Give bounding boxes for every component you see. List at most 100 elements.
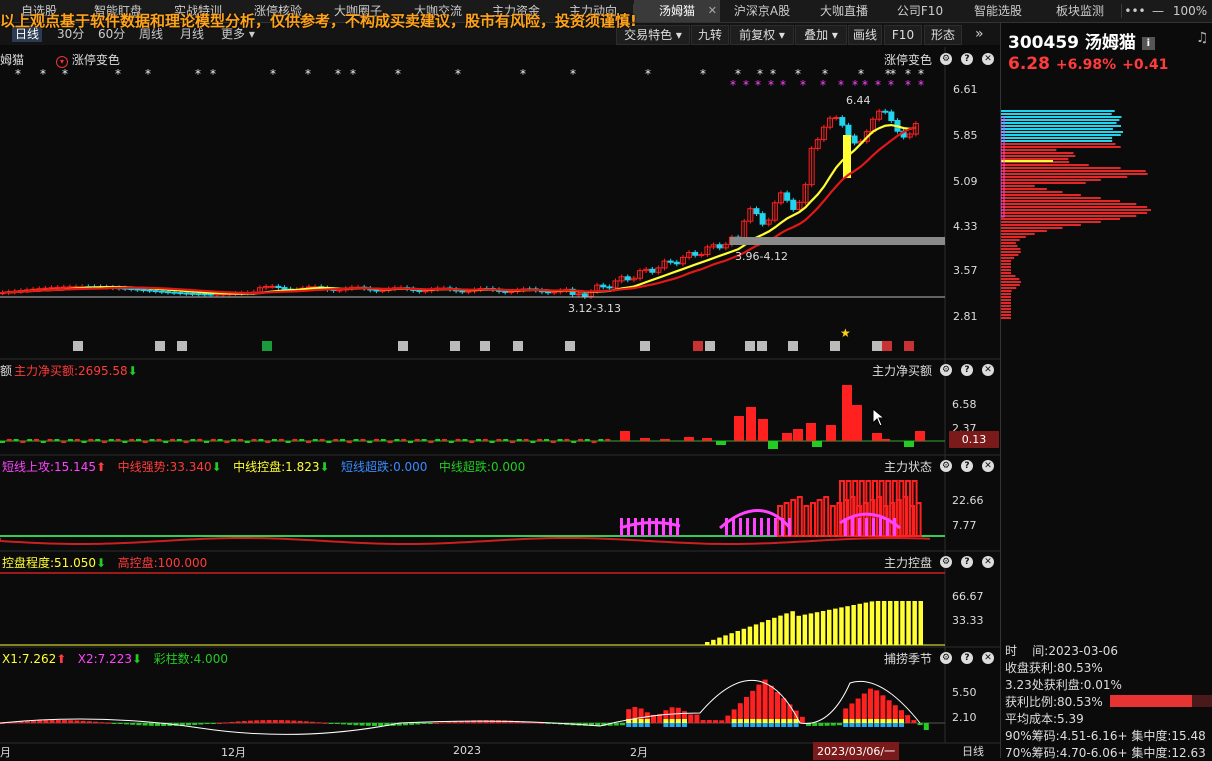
season-bar xyxy=(229,722,234,723)
candle-body xyxy=(607,287,612,288)
help-icon[interactable]: ? xyxy=(961,364,973,376)
price-label: 5.85 xyxy=(953,129,978,142)
tab-sector-monitor[interactable]: 板块监测 xyxy=(1040,0,1120,22)
candle-body xyxy=(674,262,679,264)
net-buy-bar xyxy=(292,439,297,441)
help-icon[interactable]: ? xyxy=(961,460,973,472)
tab-a-shares[interactable]: 沪深京A股 xyxy=(722,0,802,22)
star-marker-icon: * xyxy=(395,67,401,81)
star-marker-icon: * xyxy=(875,78,881,92)
close-icon[interactable]: ✕ xyxy=(982,652,994,664)
candle-body xyxy=(509,292,514,293)
gear-icon[interactable]: ⚙ xyxy=(940,460,952,472)
more-glyph: ••• xyxy=(1124,4,1145,18)
status-bar xyxy=(818,500,822,536)
tab-smart-select[interactable]: 智能选股 xyxy=(958,0,1038,22)
net-buy-bar xyxy=(551,441,556,443)
net-buy-bar xyxy=(537,439,542,441)
candle-body xyxy=(380,290,385,291)
tab-f10[interactable]: 公司F10 xyxy=(884,0,956,22)
season-bar xyxy=(868,689,873,723)
event-badge-icon xyxy=(693,341,703,351)
candle-body xyxy=(840,118,845,126)
tab-label: 沪深京A股 xyxy=(734,4,790,18)
net-buy-bar xyxy=(660,439,670,441)
info-icon[interactable]: i xyxy=(1142,37,1155,50)
price-row: 6.28 +6.98% +0.41 xyxy=(1008,54,1168,74)
gear-icon[interactable]: ⚙ xyxy=(940,652,952,664)
net-buy-bar xyxy=(333,439,338,441)
control-bar xyxy=(827,610,832,645)
net-buy-bar xyxy=(354,439,359,441)
axis-label: 5.50 xyxy=(952,686,977,699)
close-icon[interactable]: ✕ xyxy=(982,556,994,568)
season-bar xyxy=(775,719,780,723)
tab-tom-cat[interactable]: 汤姆猫 ✕ xyxy=(634,0,720,22)
tab-separator xyxy=(1121,4,1122,18)
chip-bar xyxy=(1001,134,1121,136)
zoom-level[interactable]: 100% xyxy=(1170,0,1210,22)
bell-icon[interactable]: ♫ xyxy=(1196,30,1209,46)
arrow-down-icon: ⬇ xyxy=(212,460,222,474)
arrow-up-icon: ⬆ xyxy=(96,460,106,474)
season-bar xyxy=(260,720,265,723)
star-marker-icon: * xyxy=(755,78,761,92)
gear-icon[interactable]: ⚙ xyxy=(940,556,952,568)
candle-body xyxy=(147,290,152,291)
net-buy-bar xyxy=(109,439,114,441)
minimize-icon[interactable]: — xyxy=(1148,0,1168,22)
close-icon[interactable]: ✕ xyxy=(982,364,994,376)
status-bar xyxy=(648,518,651,536)
star-marker-icon: * xyxy=(852,78,858,92)
net-buy-bar xyxy=(483,439,488,441)
season-bar xyxy=(911,720,916,723)
gear-icon[interactable]: ⚙ xyxy=(940,53,952,65)
more-icon[interactable]: ••• xyxy=(1124,0,1146,22)
event-badge-icon xyxy=(480,341,490,351)
season-bar xyxy=(663,719,668,723)
panel3-title: 主力状态 xyxy=(884,458,932,475)
season-bar xyxy=(682,719,687,723)
help-icon[interactable]: ? xyxy=(961,652,973,664)
star-marker-icon: * xyxy=(145,67,151,81)
status-bar xyxy=(774,518,777,536)
season-bar xyxy=(738,719,743,723)
chip-bar xyxy=(1001,200,1120,202)
season-bar xyxy=(645,719,650,723)
chip-bar xyxy=(1001,221,1101,223)
overlay-indicator-select[interactable]: ▾ 涨停变色 xyxy=(56,51,120,68)
season-bar xyxy=(670,719,675,723)
chip-bar xyxy=(1001,191,1063,193)
chip-bar xyxy=(1001,287,1016,289)
candle-body xyxy=(276,286,281,287)
arrow-down-icon: ⬇ xyxy=(128,364,138,378)
season-bar xyxy=(43,720,48,723)
help-icon[interactable]: ? xyxy=(961,53,973,65)
net-buy-bar xyxy=(7,439,12,441)
net-buy-bar xyxy=(812,441,822,447)
net-buy-bar xyxy=(177,439,182,441)
close-icon[interactable]: ✕ xyxy=(982,460,994,472)
event-badge-icon xyxy=(705,341,715,351)
help-icon[interactable]: ? xyxy=(961,556,973,568)
event-badge-icon xyxy=(450,341,460,351)
chip-bar xyxy=(1001,299,1006,301)
status-bar xyxy=(844,518,847,536)
net-buy-bar xyxy=(702,438,712,441)
chip-bar xyxy=(1001,179,1101,181)
chip-bar xyxy=(1001,245,1018,247)
chip-bar xyxy=(1001,170,1146,172)
net-buy-bar xyxy=(54,439,59,441)
tab-expert-live[interactable]: 大咖直播 xyxy=(804,0,884,22)
gear-icon[interactable]: ⚙ xyxy=(940,364,952,376)
control-bar xyxy=(803,615,808,645)
season-bar xyxy=(37,720,42,723)
net-buy-bar xyxy=(20,441,25,443)
event-badge-icon xyxy=(882,341,892,351)
close-icon[interactable]: ✕ xyxy=(982,53,994,65)
close-icon[interactable]: ✕ xyxy=(708,0,717,22)
season-bar xyxy=(750,691,755,723)
chart-area[interactable]: 3.96-4.123.12-3.136.44* * * * * * * * * * * * * * * * * *… xyxy=(0,23,1000,758)
status-bar xyxy=(662,518,665,536)
candle-body xyxy=(650,269,655,272)
